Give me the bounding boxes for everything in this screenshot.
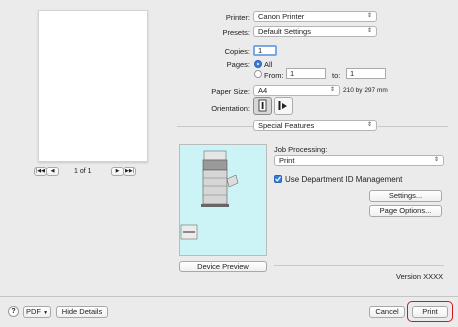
paper-size-label: Paper Size: [211, 87, 250, 96]
pages-from-radio[interactable] [254, 70, 262, 78]
pdf-label: PDF [25, 307, 41, 316]
pages-to-value: 1 [350, 69, 355, 78]
settings-button[interactable]: Settings... [369, 190, 442, 202]
settings-label: Settings... [388, 191, 423, 200]
copies-field[interactable]: 1 [253, 45, 277, 56]
last-page-icon: ▶▶| [125, 168, 134, 174]
help-icon: ? [11, 308, 16, 315]
last-page-button[interactable]: ▶▶| [123, 167, 136, 176]
pdf-menu-button[interactable]: PDF ▼ [23, 306, 51, 318]
next-page-icon: ▶ [115, 168, 120, 174]
dropdown-arrow-icon: ▼ [43, 310, 49, 316]
page-preview [38, 10, 148, 162]
paper-size-popup[interactable]: A4 ⇕ [253, 85, 340, 96]
pages-label: Pages: [226, 60, 250, 69]
pages-from-label: From: [264, 71, 284, 80]
previous-page-button[interactable]: ◀ [46, 167, 59, 176]
updown-arrows-icon: ⇕ [366, 28, 372, 34]
page-options-label: Page Options... [379, 206, 432, 215]
pager: |◀◀ ◀ 1 of 1 ▶ ▶▶| [34, 167, 150, 177]
copies-label: Copies: [224, 47, 250, 56]
print-label: Print [422, 307, 438, 316]
version-text: Version XXXX [396, 272, 444, 281]
paper-size-value: A4 [258, 86, 268, 95]
job-processing-value: Print [279, 156, 295, 165]
portrait-orientation-button[interactable] [253, 97, 272, 115]
pager-text: 1 of 1 [74, 168, 92, 175]
section-value: Special Features [258, 121, 315, 130]
paper-dimensions: 210 by 297 mm [343, 87, 388, 94]
hide-details-label: Hide Details [61, 307, 103, 316]
copies-value: 1 [258, 46, 263, 55]
section-separator-right [378, 126, 448, 127]
device-preview-button[interactable]: Device Preview [179, 261, 267, 272]
updown-arrows-icon: ⇕ [366, 122, 372, 128]
pages-all-label: All [264, 60, 273, 69]
device-preview-label: Device Preview [197, 262, 249, 271]
pages-from-value: 1 [290, 69, 295, 78]
pages-to-label: to: [332, 71, 341, 80]
printer-label: Printer: [225, 13, 250, 22]
orientation-label: Orientation: [211, 104, 250, 113]
updown-arrows-icon: ⇕ [329, 87, 335, 93]
pages-all-radio[interactable] [254, 60, 262, 68]
pages-to-field[interactable]: 1 [346, 68, 386, 79]
hide-details-button[interactable]: Hide Details [56, 306, 108, 318]
presets-value: Default Settings [258, 27, 311, 36]
printer-popup[interactable]: Canon Printer ⇕ [253, 11, 377, 22]
presets-label: Presets: [222, 28, 250, 37]
previous-page-icon: ◀ [50, 168, 55, 174]
pages-from-field[interactable]: 1 [286, 68, 326, 79]
department-id-checkbox[interactable] [274, 175, 282, 183]
job-processing-popup[interactable]: Print ⇕ [274, 155, 444, 166]
landscape-orientation-button[interactable] [274, 97, 293, 115]
updown-arrows-icon: ⇕ [366, 13, 372, 19]
cancel-label: Cancel [375, 307, 399, 316]
printer-value: Canon Printer [258, 12, 305, 21]
portrait-icon [258, 99, 267, 112]
cancel-button[interactable]: Cancel [369, 306, 405, 318]
radio-dot [257, 63, 259, 65]
page-options-button[interactable]: Page Options... [369, 205, 442, 217]
section-separator-left [177, 126, 253, 127]
print-button[interactable]: Print [412, 306, 448, 318]
updown-arrows-icon: ⇕ [433, 157, 439, 163]
department-id-label: Use Department ID Management [285, 175, 403, 184]
section-popup[interactable]: Special Features ⇕ [253, 120, 377, 131]
version-separator [274, 265, 444, 266]
presets-popup[interactable]: Default Settings ⇕ [253, 26, 377, 37]
job-processing-label: Job Processing: [274, 145, 328, 154]
first-page-icon: |◀◀ [36, 168, 45, 174]
landscape-icon [278, 101, 287, 110]
printer-device-icon [180, 150, 239, 240]
checkmark-icon [275, 176, 281, 182]
device-preview-image [179, 144, 267, 256]
help-button[interactable]: ? [8, 306, 19, 317]
bottom-divider [0, 296, 458, 297]
